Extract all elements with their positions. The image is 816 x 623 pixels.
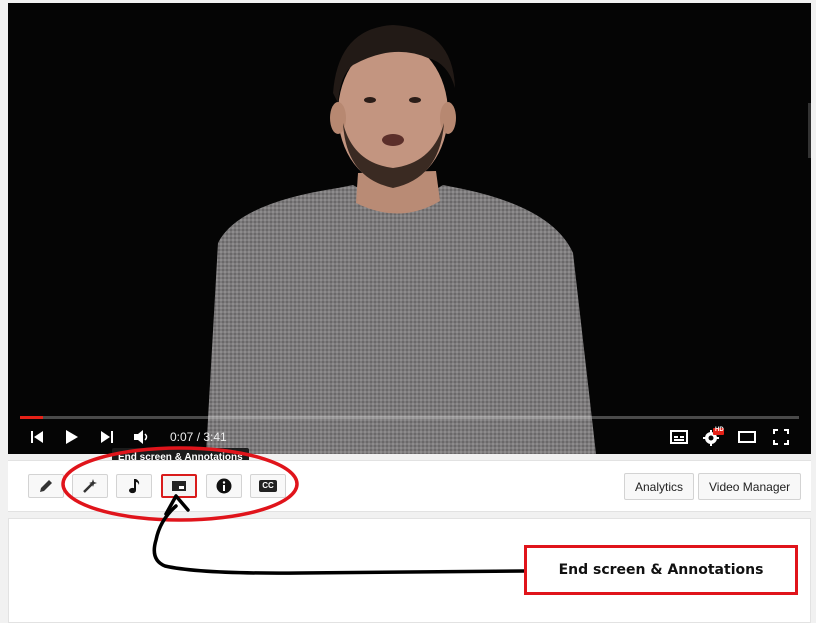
callout-text: End screen & Annotations — [558, 562, 764, 578]
highlight-ellipse — [61, 446, 299, 522]
annotation-overlay — [61, 446, 526, 575]
pointer-arrow-line — [152, 504, 526, 575]
callout-box: End screen & Annotations — [524, 545, 798, 595]
